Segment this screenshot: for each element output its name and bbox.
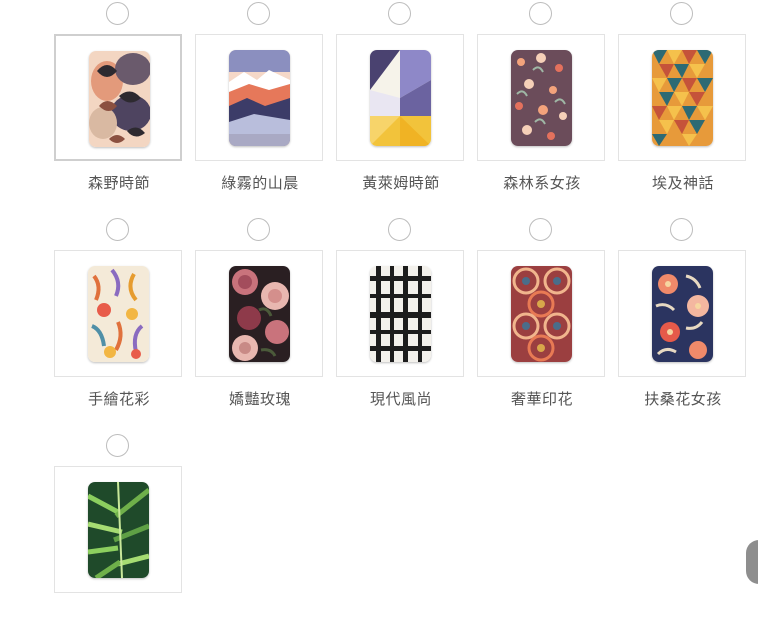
design-option[interactable]: 黃萊姆時節 — [336, 2, 466, 207]
design-thumbnail[interactable] — [54, 466, 182, 593]
design-thumbnail[interactable] — [477, 34, 605, 161]
design-option-grid: 森野時節 綠霧的山晨 黃萊姆時節 森林系女孩 埃及神話 手繪花彩 嬌豔玫瑰 現代… — [0, 0, 758, 600]
design-radio-button[interactable] — [247, 218, 270, 241]
design-radio-button[interactable] — [529, 218, 552, 241]
design-label: 現代風尚 — [369, 390, 432, 408]
design-thumbnail[interactable] — [54, 250, 182, 377]
design-label: 手繪花彩 — [87, 390, 150, 408]
design-option[interactable]: 綠霧的山晨 — [195, 2, 325, 207]
design-thumbnail[interactable] — [618, 250, 746, 377]
design-option[interactable]: 奢華印花 — [477, 218, 607, 423]
design-radio-button[interactable] — [529, 2, 552, 25]
design-thumbnail[interactable] — [54, 34, 182, 161]
case-preview-image — [229, 50, 290, 146]
design-thumbnail[interactable] — [195, 250, 323, 377]
case-preview-image — [229, 266, 290, 362]
design-option[interactable]: 森野時節 — [54, 2, 184, 207]
case-preview-image — [511, 50, 572, 146]
case-preview-image — [89, 51, 150, 147]
design-label: 埃及神話 — [651, 174, 714, 192]
design-label: 黃萊姆時節 — [362, 174, 440, 192]
design-thumbnail[interactable] — [195, 34, 323, 161]
case-preview-image — [88, 482, 149, 578]
design-thumbnail[interactable] — [336, 250, 464, 377]
design-radio-button[interactable] — [247, 2, 270, 25]
case-preview-image — [88, 266, 149, 362]
design-radio-button[interactable] — [388, 218, 411, 241]
design-radio-button[interactable] — [388, 2, 411, 25]
design-radio-button[interactable] — [106, 218, 129, 241]
design-option[interactable]: 埃及神話 — [618, 2, 748, 207]
case-preview-image — [370, 50, 431, 146]
design-label: 扶桑花女孩 — [644, 390, 722, 408]
design-radio-button[interactable] — [670, 2, 693, 25]
design-radio-button[interactable] — [106, 2, 129, 25]
design-label: 綠霧的山晨 — [221, 174, 299, 192]
design-radio-button[interactable] — [106, 434, 129, 457]
page-scroll-handle[interactable] — [746, 540, 758, 584]
design-radio-button[interactable] — [670, 218, 693, 241]
design-option[interactable]: 手繪花彩 — [54, 218, 184, 423]
design-option[interactable] — [54, 434, 184, 639]
design-label: 森野時節 — [87, 174, 150, 192]
case-preview-image — [511, 266, 572, 362]
design-option[interactable]: 嬌豔玫瑰 — [195, 218, 325, 423]
case-preview-image — [652, 50, 713, 146]
case-preview-image — [652, 266, 713, 362]
case-preview-image — [370, 266, 431, 362]
design-thumbnail[interactable] — [477, 250, 605, 377]
design-label: 嬌豔玫瑰 — [228, 390, 291, 408]
design-thumbnail[interactable] — [618, 34, 746, 161]
design-option[interactable]: 森林系女孩 — [477, 2, 607, 207]
design-label: 森林系女孩 — [503, 174, 581, 192]
design-option[interactable]: 現代風尚 — [336, 218, 466, 423]
design-label: 奢華印花 — [510, 390, 573, 408]
design-option[interactable]: 扶桑花女孩 — [618, 218, 748, 423]
design-thumbnail[interactable] — [336, 34, 464, 161]
